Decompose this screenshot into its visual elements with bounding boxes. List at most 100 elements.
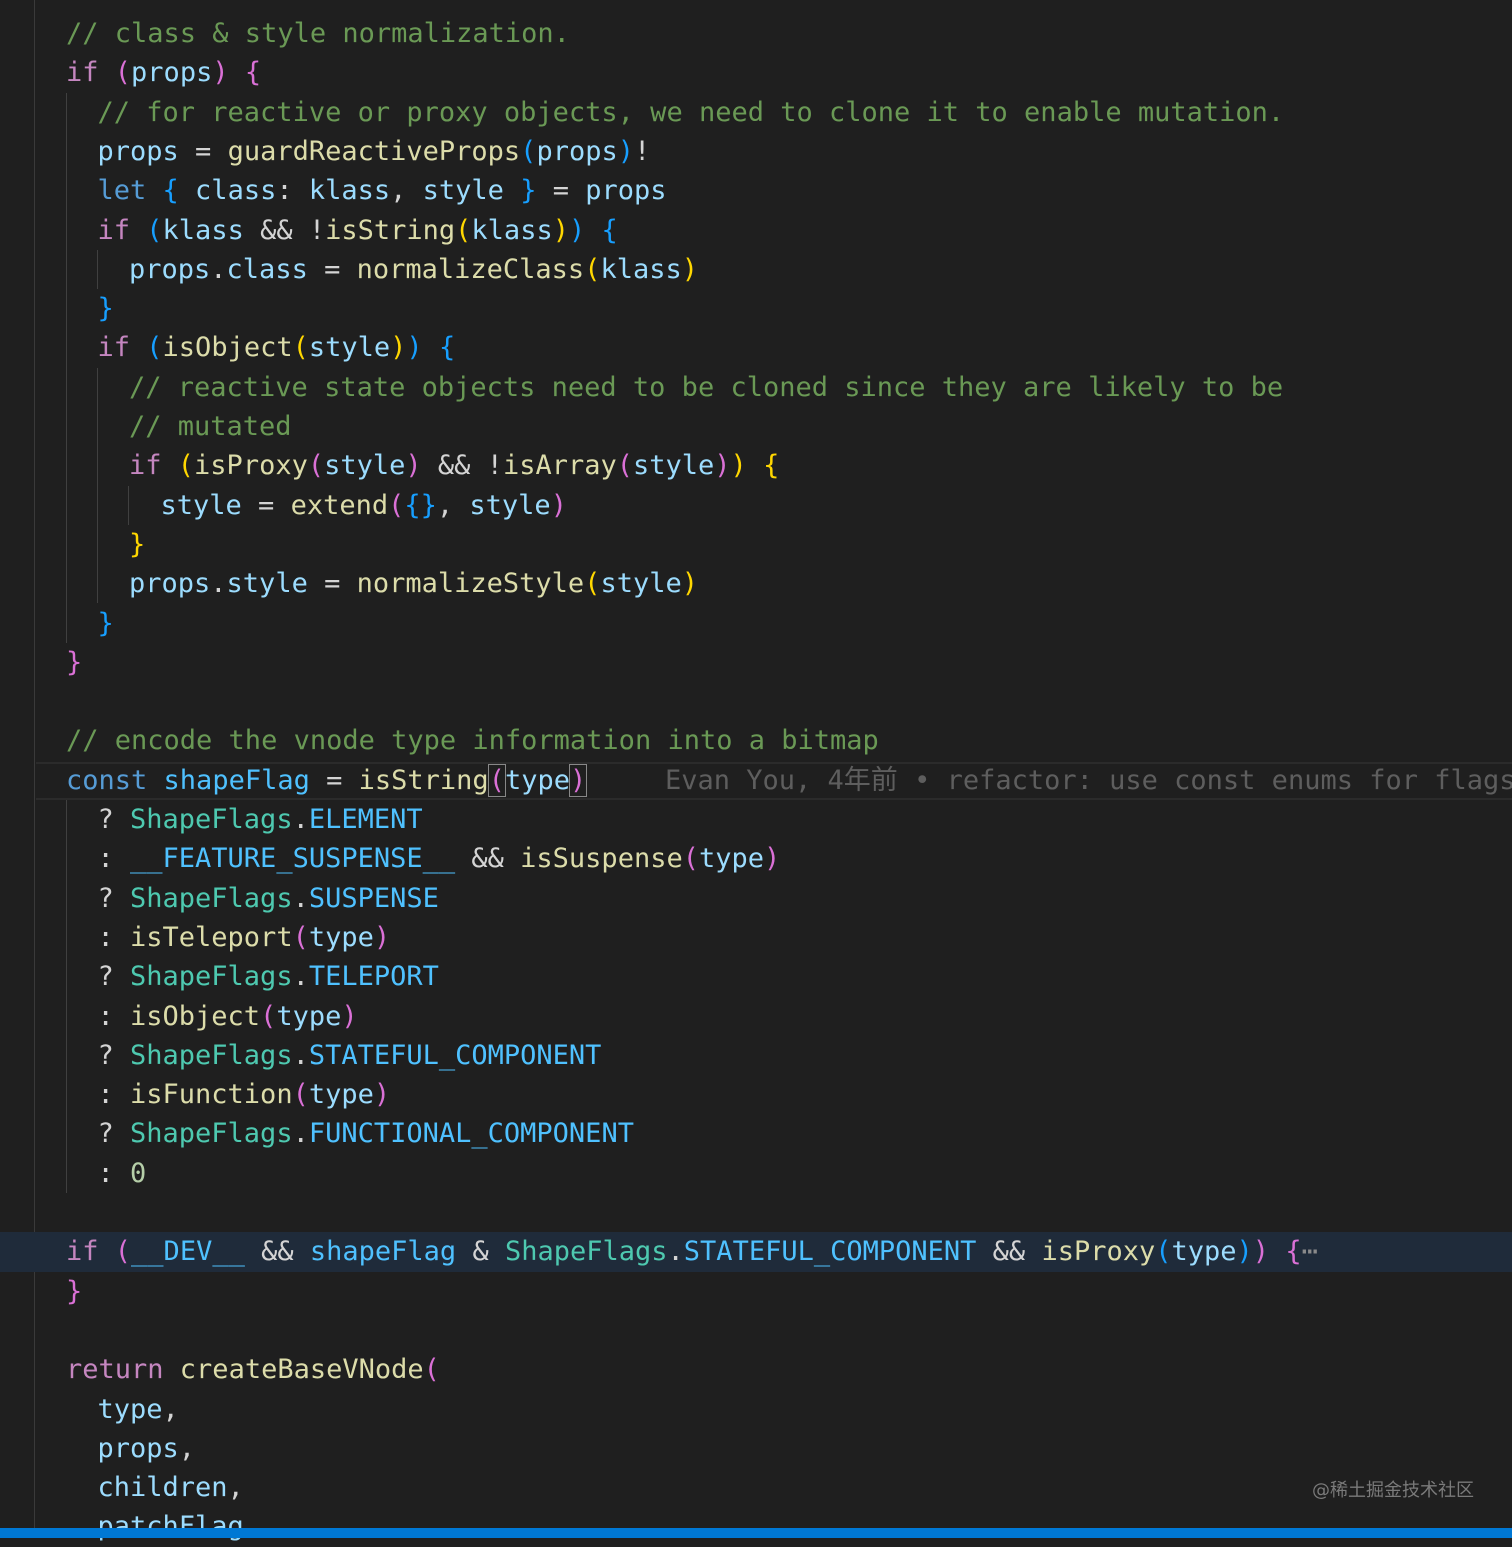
line-text: ? ShapeFlags.SUSPENSE xyxy=(98,879,439,919)
line-text: // encode the vnode type information int… xyxy=(66,721,879,761)
code-line[interactable]: : isObject(type) xyxy=(0,997,1512,1037)
code-line[interactable]: let { class: klass, style } = props xyxy=(0,171,1512,211)
code-token: isProxy xyxy=(1041,1236,1156,1268)
code-token: && xyxy=(976,1236,1042,1268)
code-token: ) xyxy=(681,253,698,285)
code-token: isFunction xyxy=(130,1079,293,1111)
code-line[interactable]: ? ShapeFlags.STATEFUL_COMPONENT xyxy=(0,1036,1512,1076)
code-line[interactable]: style = extend({}, style) xyxy=(0,486,1512,526)
code-token: style xyxy=(308,332,391,364)
code-token: ShapeFlags xyxy=(130,1039,293,1071)
code-line[interactable] xyxy=(0,1311,1512,1351)
code-line[interactable]: // for reactive or proxy objects, we nee… xyxy=(0,93,1512,133)
code-token: ( xyxy=(616,450,633,482)
code-line[interactable]: props, xyxy=(0,1429,1512,1469)
current-code-line[interactable]: const shapeFlag = isString(type) Evan You… xyxy=(0,761,1512,801)
code-token: } xyxy=(97,293,114,325)
code-token: type xyxy=(698,843,765,875)
line-text: if (isObject(style)) { xyxy=(98,328,456,368)
code-token: ? xyxy=(97,1118,131,1150)
code-token: ) xyxy=(617,135,634,167)
code-token: type xyxy=(308,1079,374,1111)
code-token: ( xyxy=(292,332,309,364)
code-token: // class & style normalization. xyxy=(66,18,570,49)
code-line[interactable]: } xyxy=(0,525,1512,565)
code-token: ( xyxy=(177,450,195,482)
code-token: ( xyxy=(423,1354,440,1386)
code-line[interactable]: // encode the vnode type information int… xyxy=(0,721,1512,761)
code-line[interactable]: ? ShapeFlags.TELEPORT xyxy=(0,957,1512,997)
line-text: } xyxy=(98,604,114,644)
code-editor[interactable]: // class & style normalization. if (props… xyxy=(0,0,1512,1542)
code-line[interactable]: ? ShapeFlags.ELEMENT xyxy=(0,800,1512,840)
line-text: props.style = normalizeStyle(style) xyxy=(129,564,698,604)
code-line[interactable]: props.style = normalizeStyle(style) xyxy=(0,564,1512,604)
code-token: { xyxy=(763,450,780,482)
code-line[interactable]: : isTeleport(type) xyxy=(0,918,1512,958)
code-token: children xyxy=(97,1472,228,1504)
code-line[interactable]: // mutated xyxy=(0,407,1512,447)
line-text: } xyxy=(66,1272,82,1312)
code-token: , xyxy=(436,489,470,521)
code-line[interactable]: return createBaseVNode( xyxy=(0,1350,1512,1390)
code-token: klass xyxy=(162,214,244,246)
code-token: isString xyxy=(358,764,489,796)
line-text: props.class = normalizeClass(klass) xyxy=(129,250,698,290)
code-line[interactable]: // class & style normalization. xyxy=(0,14,1512,54)
line-text: if (klass && !isString(klass)) { xyxy=(98,211,618,251)
code-token: klass xyxy=(600,253,682,285)
folded-code-line[interactable]: if (__DEV__ && shapeFlag & ShapeFlags.ST… xyxy=(0,1232,1512,1273)
code-line[interactable]: if (isProxy(style) && !isArray(style)) { xyxy=(0,446,1512,486)
code-token: shapeFlag xyxy=(163,764,310,796)
code-token: ShapeFlags xyxy=(130,804,293,835)
code-token: . xyxy=(210,253,227,285)
inline-blame-annotation[interactable]: Evan You, 4年前 • refactor: use const enum… xyxy=(665,761,1512,801)
code-token: } xyxy=(66,646,83,678)
code-line[interactable]: } xyxy=(0,289,1512,329)
code-line[interactable]: } xyxy=(0,643,1512,683)
code-line[interactable]: type, xyxy=(0,1390,1512,1430)
code-area[interactable]: // class & style normalization. if (props… xyxy=(0,0,1512,1542)
line-text: } xyxy=(129,525,145,565)
line-text: if (__DEV__ && shapeFlag & ShapeFlags.ST… xyxy=(66,1232,1318,1272)
code-token: ( xyxy=(682,843,699,875)
code-line[interactable] xyxy=(0,1193,1512,1233)
code-token: ( xyxy=(146,214,163,246)
line-text: } xyxy=(66,643,82,683)
code-line[interactable]: props = guardReactiveProps(props)! xyxy=(0,132,1512,172)
code-line[interactable]: // reactive state objects need to be clo… xyxy=(0,368,1512,408)
code-line[interactable]: if (klass && !isString(klass)) { xyxy=(0,211,1512,251)
folded-ellipsis[interactable]: ⋯ xyxy=(1302,1236,1318,1267)
code-line[interactable]: if (isObject(style)) { xyxy=(0,328,1512,368)
code-line[interactable]: : 0 xyxy=(0,1154,1512,1194)
code-line[interactable]: } xyxy=(0,1272,1512,1312)
code-line[interactable]: } xyxy=(0,604,1512,644)
code-token: props xyxy=(129,253,211,285)
code-token: type xyxy=(1171,1236,1237,1268)
code-token: ) xyxy=(341,1000,358,1032)
code-token: , xyxy=(162,1393,179,1425)
code-line[interactable]: : __FEATURE_SUSPENSE__ && isSuspense(typ… xyxy=(0,839,1512,879)
code-token: ShapeFlags xyxy=(130,961,293,993)
code-line[interactable]: children, xyxy=(0,1468,1512,1508)
code-token: isArray xyxy=(502,450,617,482)
code-line[interactable] xyxy=(0,682,1512,722)
code-token: style xyxy=(226,568,308,600)
code-token: ( xyxy=(114,1236,132,1268)
code-token: = xyxy=(307,253,357,285)
code-line[interactable]: : isFunction(type) xyxy=(0,1075,1512,1115)
code-line[interactable]: ? ShapeFlags.FUNCTIONAL_COMPONENT xyxy=(0,1114,1512,1154)
code-token: ) xyxy=(568,763,588,797)
code-line[interactable]: props.class = normalizeClass(klass) xyxy=(0,250,1512,290)
code-token: ( xyxy=(260,1000,277,1032)
code-token: . xyxy=(292,882,309,914)
code-token: style xyxy=(422,175,504,207)
code-line[interactable]: ? ShapeFlags.SUSPENSE xyxy=(0,879,1512,919)
code-token: . xyxy=(292,1039,309,1071)
line-text: style = extend({}, style) xyxy=(161,486,567,526)
code-line[interactable]: if (props) { xyxy=(0,53,1512,93)
code-token: // mutated xyxy=(129,411,292,442)
